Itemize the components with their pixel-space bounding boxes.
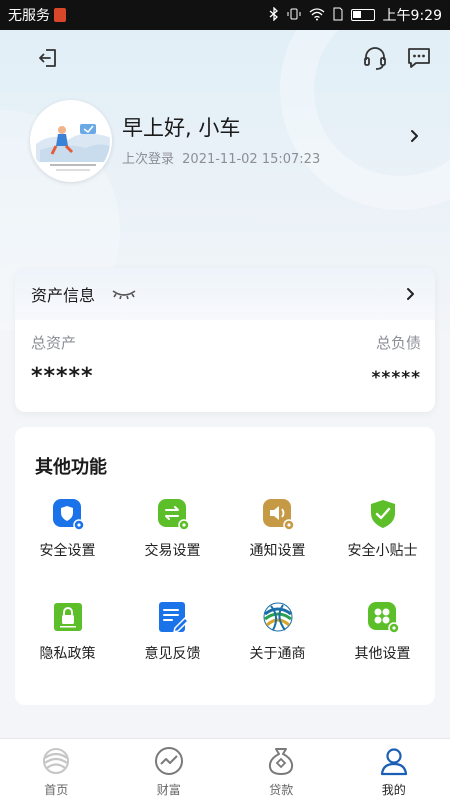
bluetooth-icon <box>269 5 279 24</box>
asset-info-card: 资产信息 总资产 总负债 ***** ***** <box>15 268 435 412</box>
carrier-text: 无服务 <box>8 8 50 24</box>
trade-settings-label: 交易设置 <box>144 543 201 559</box>
about-label: 关于通商 <box>249 646 306 662</box>
asset-info-header[interactable]: 资产信息 <box>15 268 435 320</box>
home-logo-icon <box>43 748 70 774</box>
other-settings-label: 其他设置 <box>354 646 411 662</box>
chevron-right-icon[interactable] <box>403 284 419 304</box>
shield-check-icon <box>370 500 395 528</box>
last-login: 上次登录 2021-11-02 15:07:23 <box>122 148 320 167</box>
lock-icon <box>53 603 82 631</box>
feedback-icon <box>158 602 189 634</box>
notification-settings-item[interactable]: 通知设置 <box>225 497 330 577</box>
status-bar: 无服务 上午9:29 <box>0 0 450 30</box>
nav-item-wealth[interactable]: 财富 <box>113 739 226 800</box>
nav-item-loan[interactable]: 贷款 <box>225 739 338 800</box>
last-login-label: 上次登录 <box>122 152 175 167</box>
vibrate-icon <box>287 7 301 24</box>
privacy-policy-label: 隐私政策 <box>39 646 96 662</box>
headset-icon <box>364 47 386 70</box>
nav-label-home: 首页 <box>44 783 69 797</box>
battery-icon <box>350 9 375 21</box>
security-tips-label: 安全小贴士 <box>347 543 418 559</box>
chevron-right-icon <box>411 130 418 142</box>
nav-label-loan: 贷款 <box>269 783 294 797</box>
globe-logo-icon <box>263 602 292 632</box>
feedback-label: 意见反馈 <box>144 646 201 662</box>
total-liabilities-label: 总负债 <box>375 334 421 352</box>
exchange-icon <box>157 499 190 531</box>
eye-closed-icon[interactable] <box>111 287 137 301</box>
security-settings-label: 安全设置 <box>39 543 96 559</box>
sim-card-icon <box>333 7 343 24</box>
other-functions-card: 其他功能 安全设置 交易设置 通知设置 安全小贴士 隐私政策 意见反馈 关于通商… <box>15 427 435 705</box>
privacy-policy-item[interactable]: 隐私政策 <box>15 600 120 680</box>
asset-info-title: 资产信息 <box>31 286 96 305</box>
nav-item-home[interactable]: 首页 <box>0 739 113 800</box>
shield-icon <box>52 499 85 531</box>
messages-button[interactable] <box>405 44 433 72</box>
about-item[interactable]: 关于通商 <box>225 600 330 680</box>
security-settings-item[interactable]: 安全设置 <box>15 497 120 577</box>
other-functions-title: 其他功能 <box>35 457 107 478</box>
nav-item-mine[interactable]: 我的 <box>338 739 450 800</box>
wealth-icon <box>154 747 183 775</box>
customer-service-button[interactable] <box>361 44 389 72</box>
last-login-time: 2021-11-02 15:07:23 <box>182 152 321 167</box>
sim-icon <box>54 8 66 22</box>
person-icon <box>380 748 407 776</box>
total-assets-value: ***** <box>31 364 94 389</box>
apps-icon <box>367 602 400 634</box>
status-time: 上午9:29 <box>382 8 442 24</box>
message-icon <box>408 48 430 68</box>
loan-bag-icon <box>269 748 294 775</box>
nav-label-wealth: 财富 <box>156 783 181 797</box>
total-liabilities-value: ***** <box>371 368 421 388</box>
greeting-text: 早上好, 小车 <box>122 116 241 140</box>
feedback-item[interactable]: 意见反馈 <box>120 600 225 680</box>
nav-label-mine: 我的 <box>381 783 406 797</box>
bottom-nav: 首页 财富 贷款 我的 <box>0 738 450 800</box>
notification-settings-label: 通知设置 <box>249 543 306 559</box>
profile-chevron-button[interactable] <box>407 126 423 146</box>
logout-icon <box>39 49 56 67</box>
trade-settings-item[interactable]: 交易设置 <box>120 497 225 577</box>
logout-button[interactable] <box>34 44 62 72</box>
speaker-icon <box>262 499 295 531</box>
total-assets-label: 总资产 <box>31 334 77 352</box>
avatar[interactable] <box>30 100 112 182</box>
other-settings-item[interactable]: 其他设置 <box>330 600 435 680</box>
wifi-icon <box>309 7 325 24</box>
security-tips-item[interactable]: 安全小贴士 <box>330 497 435 577</box>
